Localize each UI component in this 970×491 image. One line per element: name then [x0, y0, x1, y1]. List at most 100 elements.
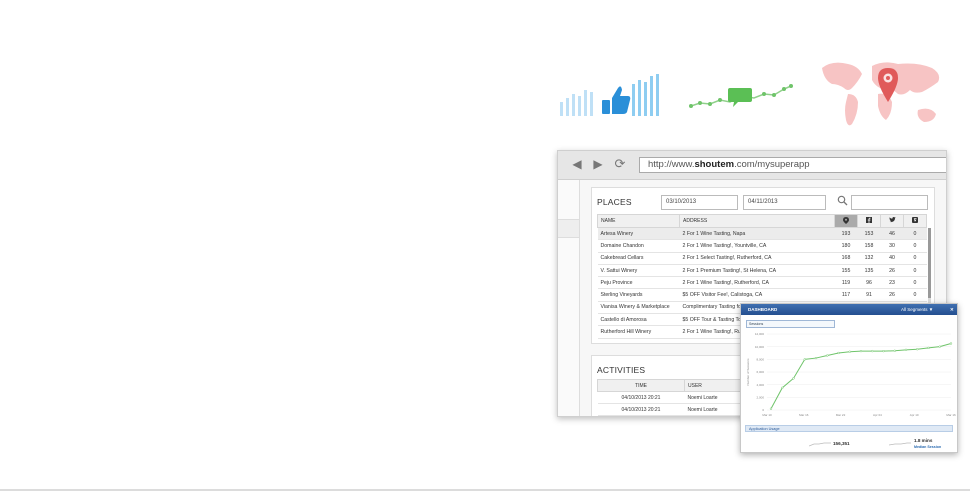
x-tick-label: Mar 16 [946, 413, 956, 417]
activity-time: 04/10/2013 20:21 [597, 391, 685, 404]
metric-select[interactable]: Sessions [746, 320, 835, 328]
foursquare-icon[interactable] [903, 214, 927, 228]
data-point[interactable] [938, 345, 941, 348]
y-tick-label: 12,000 [755, 332, 765, 336]
place-address: 2 For 1 Select Tasting!, Rutherford, CA [679, 252, 835, 265]
facebook-count: 135 [857, 264, 881, 278]
table-row[interactable]: Cakebread Cellars 2 For 1 Select Tasting!… [597, 252, 927, 265]
place-name: Domaine Chandon [597, 239, 680, 253]
place-address: 2 For 1 Wine Tasting, Napa [679, 227, 835, 241]
place-name: Castello di Amorosa [597, 313, 680, 327]
foursquare-count: 0 [903, 239, 927, 253]
y-axis-label: Number of Sessions [746, 358, 750, 386]
data-point[interactable] [781, 386, 784, 389]
column-header-name[interactable]: NAME [597, 214, 680, 228]
y-tick-label: 0 [762, 408, 764, 412]
place-name: Rutherford Hill Winery [597, 325, 680, 339]
twitter-count: 23 [880, 276, 904, 290]
y-tick-label: 2,000 [756, 396, 764, 400]
foursquare-count: 0 [903, 288, 927, 302]
activities-title: ACTIVITIES [597, 365, 646, 375]
segment-dropdown[interactable]: All Segments ▼ [901, 304, 933, 315]
y-tick-label: 10,000 [755, 345, 765, 349]
data-point[interactable] [814, 356, 818, 360]
x-tick-label: Mar 22 [836, 413, 846, 417]
data-point[interactable] [769, 407, 773, 410]
median-session-label: Median Session [914, 445, 942, 449]
median-sparkline [889, 442, 911, 446]
line-chart-chat-icon [688, 80, 794, 112]
twitter-count: 26 [880, 288, 904, 302]
data-point[interactable] [882, 349, 885, 353]
data-point[interactable] [871, 349, 874, 353]
data-point[interactable] [916, 348, 919, 351]
world-map-pin-icon [818, 58, 946, 134]
date-to-input[interactable]: 04/11/2013 [743, 195, 826, 210]
data-point[interactable] [949, 342, 953, 345]
series-line [770, 343, 952, 409]
twitter-count: 40 [880, 252, 904, 265]
pin-icon[interactable] [834, 214, 858, 228]
search-icon[interactable] [837, 195, 848, 206]
facebook-count: 91 [857, 288, 881, 302]
total-sessions-value: 156,351 [833, 441, 850, 446]
data-point[interactable] [893, 349, 896, 352]
url-domain: shoutem [694, 159, 735, 170]
data-point[interactable] [826, 354, 829, 357]
data-point[interactable] [837, 351, 840, 355]
y-tick-label: 8,000 [756, 358, 764, 362]
checkins-count: 193 [834, 227, 858, 241]
checkins-count: 180 [834, 239, 858, 253]
facebook-icon[interactable] [857, 214, 881, 228]
date-from-input[interactable]: 03/10/2013 [661, 195, 738, 210]
place-address: 2 For 1 Premium Tasting!, St Helena, CA [679, 264, 835, 278]
close-icon[interactable]: ✕ [950, 304, 954, 315]
url-prefix: http://www. [648, 159, 695, 170]
foursquare-count: 0 [903, 252, 927, 265]
column-header-time[interactable]: TIME [597, 379, 685, 392]
places-title: PLACES [597, 197, 632, 207]
forward-icon[interactable]: ▶ [591, 156, 605, 172]
table-row[interactable]: Domaine Chandon 2 For 1 Wine Tasting!, Yo… [597, 239, 927, 253]
checkins-count: 155 [834, 264, 858, 278]
place-name: V. Sattui Winery [597, 264, 680, 278]
foursquare-count: 0 [903, 227, 927, 241]
table-row[interactable]: Artesa Winery 2 For 1 Wine Tasting, Napa 1… [597, 227, 927, 241]
scrollbar-thumb[interactable] [928, 228, 931, 298]
place-name: Sterling Vineyards [597, 288, 680, 302]
back-icon[interactable]: ◀ [570, 156, 584, 172]
twitter-icon[interactable] [880, 214, 904, 228]
application-usage-header: Application Usage [745, 425, 953, 432]
data-point[interactable] [927, 346, 930, 350]
x-tick-label: Mar 10 [762, 413, 772, 417]
table-row[interactable]: Peju Province 2 For 1 Wine Tasting!, Ruth… [597, 276, 927, 290]
sessions-line-chart: 0 2,000 4,000 6,000 8,000 10,000 12,000 Number … [746, 332, 956, 417]
dashboard-title: DASHBOARD [748, 307, 778, 312]
foursquare-count: 0 [903, 264, 927, 278]
table-row[interactable]: V. Sattui Winery 2 For 1 Premium Tasting!… [597, 264, 927, 278]
sidebar [558, 180, 580, 416]
x-tick-label: Apr 10 [910, 413, 919, 417]
sessions-sparkline [809, 442, 831, 447]
data-point[interactable] [859, 349, 863, 353]
data-point[interactable] [848, 350, 851, 353]
place-address: 2 For 1 Wine Tasting!, Yountville, CA [679, 239, 835, 253]
place-name: Artesa Winery [597, 227, 680, 241]
column-header-address[interactable]: ADDRESS [679, 214, 835, 228]
data-point[interactable] [803, 358, 806, 361]
data-point[interactable] [792, 377, 795, 380]
place-name: Peju Province [597, 276, 680, 290]
reload-icon[interactable]: ⟳ [613, 156, 627, 172]
sidebar-item-selected[interactable] [558, 219, 579, 238]
search-input[interactable] [851, 195, 928, 210]
dashboard-header: DASHBOARD All Segments ▼ ✕ [741, 304, 957, 315]
checkins-count: 117 [834, 288, 858, 302]
analytics-dashboard: DASHBOARD All Segments ▼ ✕ Sessions 0 2,0… [740, 303, 958, 453]
foursquare-count: 0 [903, 276, 927, 290]
activity-time: 04/10/2013 20:21 [597, 403, 685, 416]
data-point[interactable] [904, 348, 908, 351]
browser-toolbar: ◀ ▶ ⟳ http://www.shoutem.com/mysuperapp [558, 151, 946, 180]
twitter-count: 30 [880, 239, 904, 253]
table-row[interactable]: Sterling Vineyards $5 OFF Visitor Fee!, C… [597, 288, 927, 302]
url-bar[interactable]: http://www.shoutem.com/mysuperapp [639, 157, 946, 173]
